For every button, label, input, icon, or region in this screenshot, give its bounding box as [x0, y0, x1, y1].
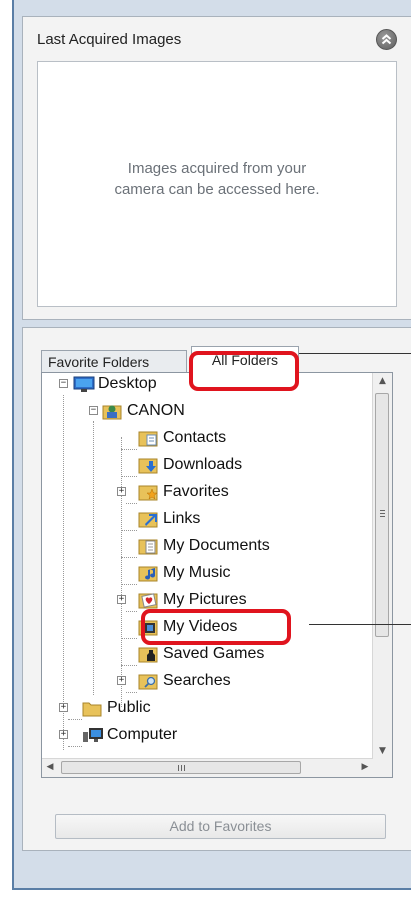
downloads-folder-icon	[138, 456, 158, 474]
tree-connector	[121, 638, 137, 639]
panel-title: Last Acquired Images	[37, 31, 182, 48]
tree-connector	[126, 692, 137, 693]
tree-connector	[121, 437, 122, 707]
scroll-right-arrow-icon[interactable]: ▶	[357, 762, 373, 772]
scroll-left-arrow-icon[interactable]: ◀	[42, 762, 58, 772]
documents-folder-icon	[138, 537, 158, 555]
collapse-toggle[interactable]: −	[59, 379, 68, 388]
node-label: My Music	[163, 564, 231, 581]
tree-connector	[126, 611, 137, 612]
links-folder-icon	[138, 510, 158, 528]
tree-connector	[121, 584, 137, 585]
grip-icon	[380, 510, 385, 511]
computer-icon	[82, 726, 103, 744]
tree-node-public[interactable]: Public	[82, 695, 151, 721]
tree-connector	[121, 665, 137, 666]
vertical-scrollbar[interactable]: ▲ ▼	[372, 373, 392, 759]
expand-toggle[interactable]: +	[59, 703, 68, 712]
tree-connector	[93, 421, 94, 695]
callout-line	[282, 353, 411, 354]
scroll-thumb[interactable]	[375, 393, 389, 637]
music-folder-icon	[138, 564, 158, 582]
node-label: Favorites	[163, 483, 229, 500]
node-label: My Pictures	[163, 591, 247, 608]
node-label: Saved Games	[163, 645, 265, 662]
tree-connector	[63, 395, 64, 750]
tree-connector	[121, 476, 137, 477]
expand-toggle[interactable]: +	[59, 730, 68, 739]
tree-node-links[interactable]: Links	[138, 506, 200, 532]
tree-viewport: − Desktop − CANON Contacts Downloads + F…	[42, 373, 373, 759]
games-folder-icon	[138, 645, 158, 663]
tree-connector	[68, 746, 82, 747]
node-label: CANON	[127, 402, 185, 419]
collapse-toggle[interactable]: −	[89, 406, 98, 415]
tree-connector	[121, 449, 137, 450]
tab-favorite-folders[interactable]: Favorite Folders	[41, 350, 187, 372]
folder-icon	[82, 699, 102, 717]
add-to-favorites-button[interactable]: Add to Favorites	[55, 814, 386, 839]
search-folder-icon	[138, 672, 158, 690]
scroll-up-arrow-icon[interactable]: ▲	[373, 376, 392, 386]
node-label: Public	[107, 699, 151, 716]
contacts-folder-icon	[138, 429, 158, 447]
folder-tree[interactable]: − Desktop − CANON Contacts Downloads + F…	[41, 372, 393, 778]
expand-toggle[interactable]: +	[117, 595, 126, 604]
tree-node-contacts[interactable]: Contacts	[138, 425, 226, 451]
highlight-box	[189, 351, 299, 391]
node-label: Desktop	[98, 375, 157, 392]
tree-node-favorites[interactable]: Favorites	[138, 479, 229, 505]
folders-panel: Favorite Folders All Folders − Desktop −…	[22, 327, 411, 851]
user-folder-icon	[102, 402, 122, 420]
tree-connector	[121, 530, 137, 531]
expand-toggle[interactable]: +	[117, 487, 126, 496]
thumbnail-area[interactable]: Images acquired from your camera can be …	[37, 61, 397, 307]
scroll-thumb[interactable]	[61, 761, 301, 774]
pictures-folder-icon	[138, 591, 158, 609]
double-chevron-up-icon	[381, 34, 392, 45]
tree-node-computer[interactable]: Computer	[82, 722, 177, 748]
favorites-folder-icon	[138, 483, 158, 501]
scroll-down-arrow-icon[interactable]: ▼	[373, 746, 392, 756]
horizontal-scrollbar[interactable]: ◀ ▶	[42, 758, 373, 777]
tree-connector	[121, 557, 137, 558]
callout-line	[309, 624, 411, 625]
expand-toggle[interactable]: +	[117, 676, 126, 685]
collapse-button[interactable]	[376, 29, 397, 50]
tree-connector	[68, 719, 82, 720]
tree-node-searches[interactable]: Searches	[138, 668, 231, 694]
tree-node-downloads[interactable]: Downloads	[138, 452, 242, 478]
tree-connector	[126, 503, 137, 504]
node-label: Contacts	[163, 429, 227, 446]
tree-node-desktop[interactable]: Desktop	[73, 373, 157, 397]
node-label: My Documents	[163, 537, 270, 554]
node-label: Computer	[107, 726, 178, 743]
scroll-corner	[373, 759, 392, 777]
empty-message: Images acquired from your camera can be …	[114, 160, 320, 198]
desktop-icon	[73, 375, 95, 393]
node-label: Searches	[163, 672, 231, 689]
tree-node-canon[interactable]: CANON	[102, 398, 185, 424]
tree-node-my-documents[interactable]: My Documents	[138, 533, 270, 559]
grip-icon	[178, 765, 179, 771]
node-label: Links	[163, 510, 201, 527]
last-acquired-panel: Last Acquired Images Images acquired fro…	[22, 16, 411, 320]
tree-node-my-music[interactable]: My Music	[138, 560, 231, 586]
node-label: Downloads	[163, 456, 243, 473]
highlight-box	[141, 609, 291, 645]
